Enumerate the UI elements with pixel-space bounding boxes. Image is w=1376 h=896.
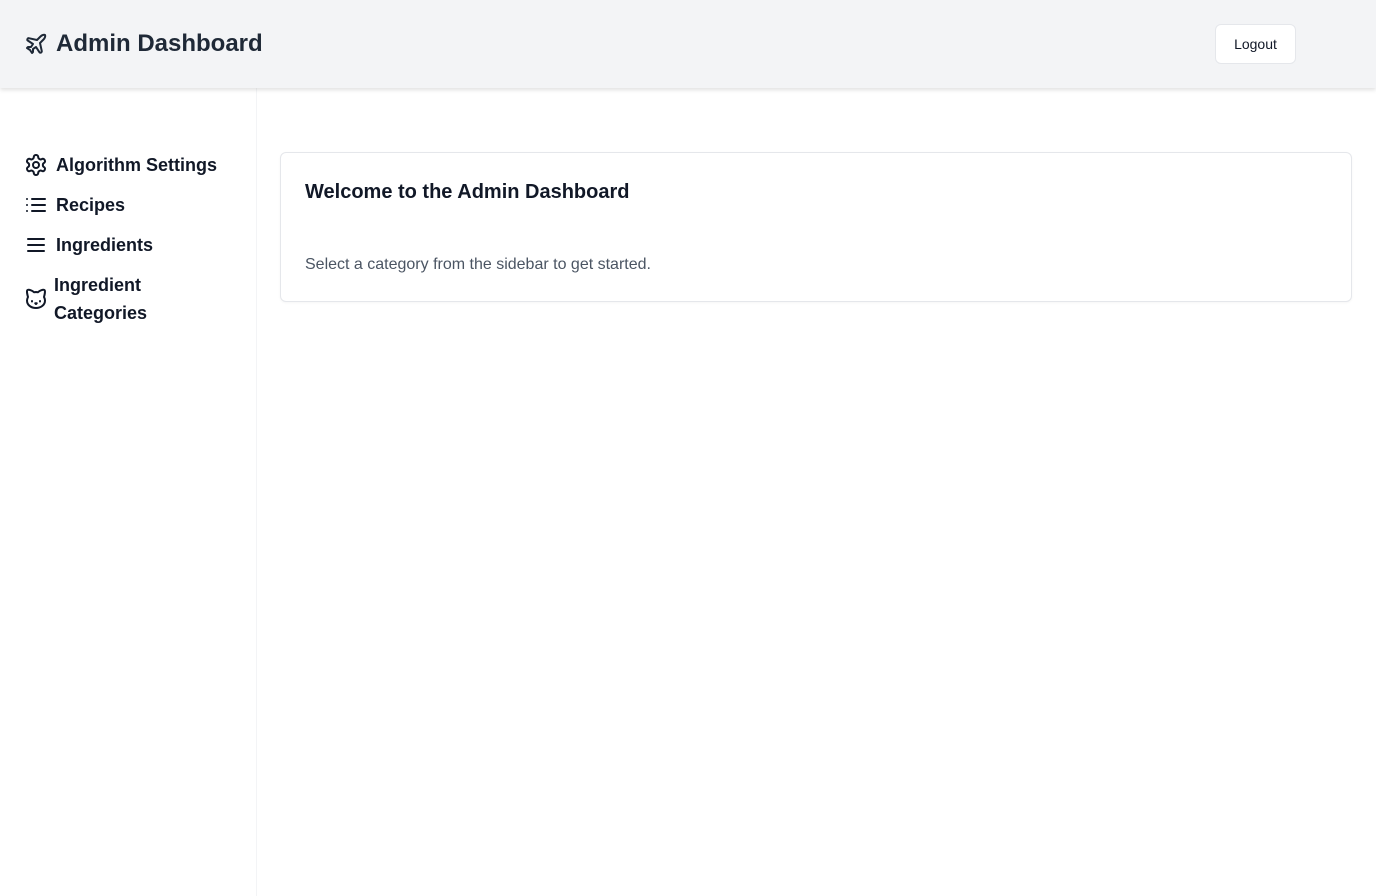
app-header: Admin Dashboard Logout — [0, 0, 1376, 88]
welcome-card: Welcome to the Admin Dashboard Select a … — [280, 152, 1352, 302]
card-title: Welcome to the Admin Dashboard — [305, 181, 630, 203]
logout-button[interactable]: Logout — [1215, 24, 1296, 64]
plane-icon — [26, 33, 47, 54]
list-icon — [26, 198, 46, 212]
sidebar: Algorithm Settings Recipes Ingredients I… — [0, 88, 257, 896]
app-title: Admin Dashboard — [56, 30, 263, 57]
sidebar-item-algorithm-settings[interactable]: Algorithm Settings — [24, 151, 217, 179]
sidebar-item-label: Ingredient Categories — [54, 275, 148, 323]
sidebar-item-label: Ingredients — [56, 235, 154, 255]
brand[interactable]: Admin Dashboard — [24, 29, 263, 59]
gear-icon — [26, 154, 46, 176]
cat-icon — [25, 288, 46, 309]
card-description: Select a category from the sidebar to ge… — [305, 256, 651, 273]
sidebar-item-label: Algorithm Settings — [56, 155, 217, 175]
sidebar-item-recipes[interactable]: Recipes — [24, 191, 125, 219]
sidebar-item-label: Recipes — [56, 195, 126, 215]
sidebar-item-ingredient-categories[interactable]: Ingredient Categories — [24, 271, 174, 327]
menu-icon — [27, 238, 45, 252]
sidebar-item-ingredients[interactable]: Ingredients — [24, 231, 153, 259]
